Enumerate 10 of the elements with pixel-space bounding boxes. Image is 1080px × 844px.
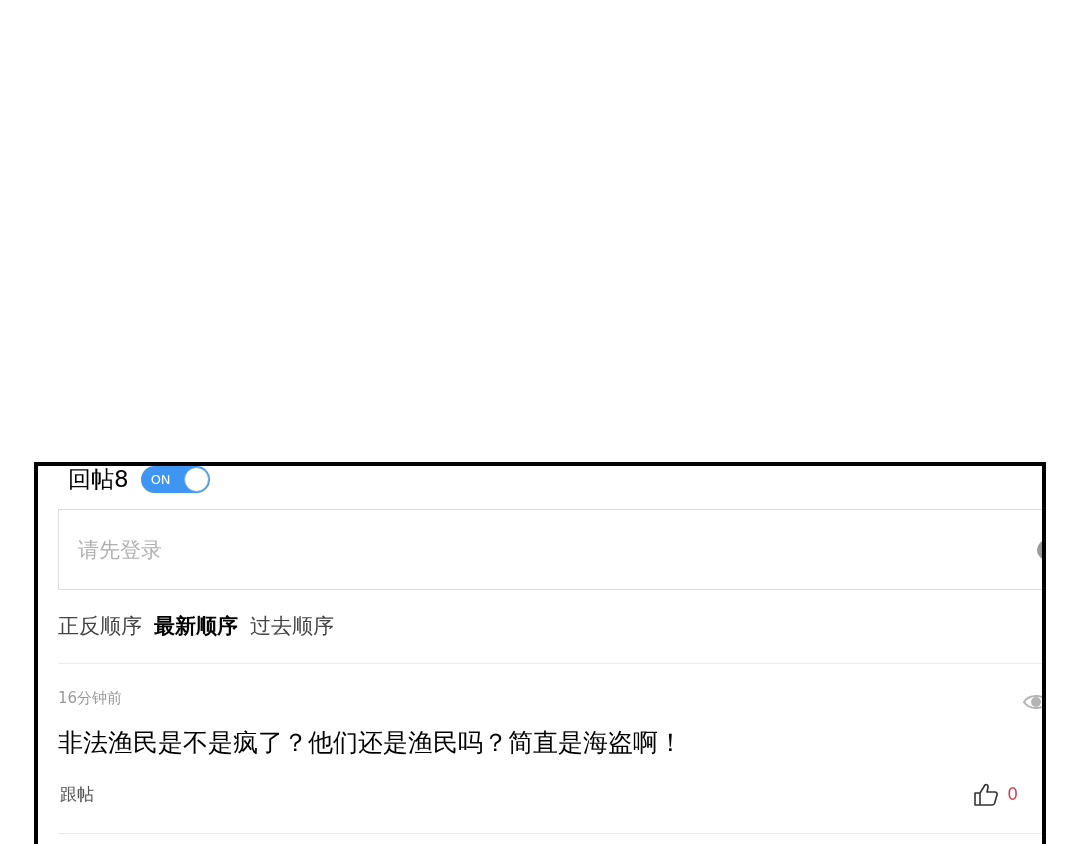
sort-tab[interactable]: 正反顺序 bbox=[58, 612, 142, 640]
thumbs-up-icon bbox=[974, 782, 999, 806]
reply-link[interactable]: 跟帖 bbox=[58, 782, 94, 806]
comment-time: 16分钟前 bbox=[58, 688, 123, 708]
sort-tab[interactable]: 最新顺序 bbox=[154, 612, 238, 640]
like-button[interactable]: 0 bbox=[974, 782, 1018, 806]
eye-icon bbox=[1022, 692, 1042, 712]
comment-text: 非法渔民是不是疯了？他们还是渔民吗？简直是海盗啊！ bbox=[58, 727, 684, 759]
sort-tab[interactable]: 过去顺序 bbox=[250, 612, 334, 640]
reply-count-title: 回帖8 bbox=[68, 466, 129, 492]
